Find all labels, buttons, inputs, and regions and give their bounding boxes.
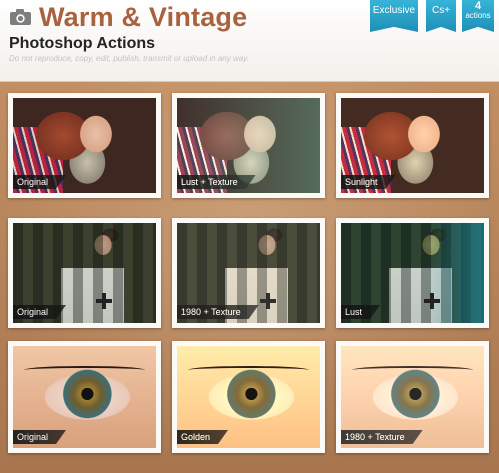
preview-label: Original [13, 175, 66, 189]
preview-photo-eye: Golden [177, 346, 320, 448]
preview-card: Original [8, 93, 161, 198]
actions-count-ribbon: 4 actions [462, 0, 494, 32]
preview-photo-girl: Lust + Texture [177, 98, 320, 193]
preview-label: 1980 + Texture [341, 430, 423, 444]
preview-label: Original [13, 305, 66, 319]
preview-label: Golden [177, 430, 228, 444]
preview-photo-woman: 1980 + Texture [177, 223, 320, 323]
page-subtitle: Photoshop Actions [9, 35, 156, 52]
header: Warm & Vintage Photoshop Actions Do not … [0, 0, 499, 82]
preview-label: Lust + Texture [177, 175, 256, 189]
preview-card: Golden [172, 341, 325, 453]
preview-card: 1980 + Texture [336, 341, 489, 453]
preview-label: Sunlight [341, 175, 396, 189]
preview-label: 1980 + Texture [177, 305, 259, 319]
preview-photo-eye: Original [13, 346, 156, 448]
preview-card: 1980 + Texture [172, 218, 325, 328]
preview-card: Sunlight [336, 93, 489, 198]
preview-photo-eye: 1980 + Texture [341, 346, 484, 448]
preview-card: Original [8, 341, 161, 453]
exclusive-label: Exclusive [372, 5, 416, 16]
version-label: Cs+ [431, 5, 451, 16]
actions-count-number: 4 [474, 0, 482, 12]
exclusive-ribbon: Exclusive [370, 0, 418, 32]
preview-card: Original [8, 218, 161, 328]
page-title: Warm & Vintage [39, 2, 248, 32]
camera-icon [10, 9, 31, 25]
preview-card: Lust + Texture [172, 93, 325, 198]
preview-label: Original [13, 430, 66, 444]
actions-count-word: actions [465, 11, 491, 20]
version-ribbon: Cs+ [426, 0, 456, 32]
copyright-notice: Do not reproduce, copy, edit, publish, t… [9, 54, 249, 63]
preview-card: Lust [336, 218, 489, 328]
preview-photo-girl: Original [13, 98, 156, 193]
preview-photo-woman: Lust [341, 223, 484, 323]
preview-photo-woman: Original [13, 223, 156, 323]
preview-photo-girl: Sunlight [341, 98, 484, 193]
